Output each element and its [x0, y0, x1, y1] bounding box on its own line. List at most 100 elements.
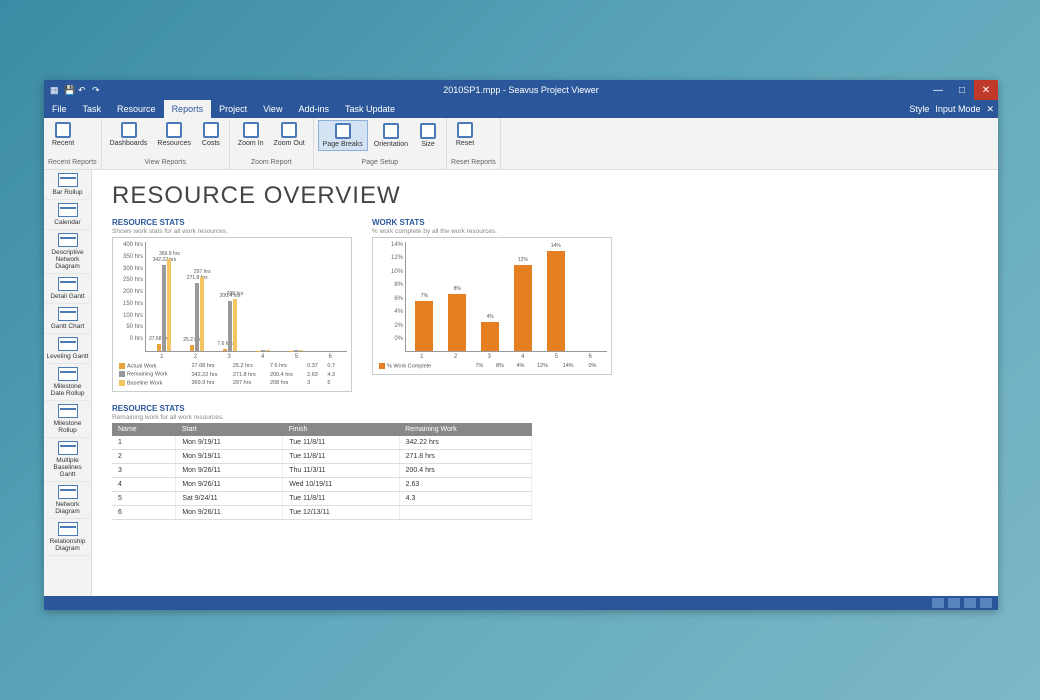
sidebar-item-label: Milestone Date Rollup	[46, 383, 89, 397]
bar-group: 7.6 hrs200.4 hrs208 hrs	[214, 299, 247, 351]
ribbon-group-recent-reports: Recent Recent Reports	[44, 118, 102, 169]
menu-resource[interactable]: Resource	[109, 100, 164, 118]
minimize-button[interactable]: —	[926, 80, 950, 100]
view-mode-icon[interactable]	[980, 598, 992, 608]
resource-table-title: RESOURCE STATS	[112, 404, 978, 413]
save-icon[interactable]: 💾	[64, 85, 74, 95]
redo-icon[interactable]: ↷	[92, 85, 102, 95]
bar-group: 14%	[539, 251, 572, 351]
table-row[interactable]: 6Mon 9/26/11Tue 12/13/11	[112, 506, 532, 520]
table-row[interactable]: 3Mon 9/26/11Thu 11/3/11200.4 hrs	[112, 464, 532, 478]
view-icon	[58, 337, 78, 351]
ribbon-button-label: Orientation	[374, 141, 408, 148]
work-stats-title: WORK STATS	[372, 218, 612, 227]
work-stats-subtitle: % work complete by all the work resource…	[372, 228, 612, 235]
menu-reports[interactable]: Reports	[164, 100, 212, 118]
ribbon-zoom-in-button[interactable]: Zoom In	[234, 120, 268, 149]
sidebar-item-bar-rollup[interactable]: Bar Rollup	[44, 170, 91, 200]
bar: 27.68 hrs	[157, 344, 161, 351]
menu-file[interactable]: File	[44, 100, 75, 118]
ribbon-size-button[interactable]: Size	[414, 120, 442, 151]
resource-table: NameStartFinishRemaining Work1Mon 9/19/1…	[112, 423, 532, 520]
orientation-icon	[383, 123, 399, 139]
ribbon-group-page-setup: Page Breaks Orientation Size Page Setup	[314, 118, 447, 169]
app-icon: ▦	[50, 85, 60, 95]
sidebar-item-milestone-date-rollup[interactable]: Milestone Date Rollup	[44, 364, 91, 401]
sidebar-item-gantt-chart[interactable]: Gantt Chart	[44, 304, 91, 334]
menu-project[interactable]: Project	[211, 100, 255, 118]
bar: 369.9 hrs	[167, 259, 171, 351]
table-row[interactable]: 1Mon 9/19/11Tue 11/8/11342.22 hrs	[112, 436, 532, 450]
menu-add-ins[interactable]: Add-ins	[290, 100, 337, 118]
bar: 208 hrs	[233, 299, 237, 351]
view-icon	[58, 233, 78, 247]
view-mode-icon[interactable]	[948, 598, 960, 608]
view-sidebar: Bar Rollup CalendarDescriptive Network Di…	[44, 170, 92, 596]
ribbon: Recent Recent Reports DashboardsResourcesC…	[44, 118, 998, 170]
view-icon	[58, 277, 78, 291]
bar: 4%	[481, 322, 499, 351]
view-icon	[58, 203, 78, 217]
legend-label: % Work Complete	[377, 362, 473, 370]
menu-task-update[interactable]: Task Update	[337, 100, 403, 118]
bar: 7.6 hrs	[223, 349, 227, 351]
bar: 8%	[448, 294, 466, 351]
sidebar-item-milestone-rollup[interactable]: Milestone Rollup	[44, 401, 91, 438]
ribbon-group-zoom-report: Zoom InZoom OutZoom Report	[230, 118, 314, 169]
table-header: Name	[112, 423, 176, 436]
resources-icon	[166, 122, 182, 138]
menu-close-icon[interactable]: ✕	[986, 104, 994, 115]
table-header: Finish	[283, 423, 399, 436]
bar: 200.4 hrs	[228, 301, 232, 351]
table-row[interactable]: 4Mon 9/26/11Wed 10/19/112.63	[112, 478, 532, 492]
view-icon	[58, 441, 78, 455]
sidebar-item-label: Bar Rollup	[46, 189, 89, 196]
sidebar-item-calendar[interactable]: Calendar	[44, 200, 91, 230]
table-row[interactable]: 2Mon 9/19/11Tue 11/8/11271.8 hrs	[112, 450, 532, 464]
undo-icon[interactable]: ↶	[78, 85, 88, 95]
ribbon-dashboards-button[interactable]: Dashboards	[106, 120, 152, 149]
menu-input-mode[interactable]: Input Mode	[935, 104, 980, 115]
ribbon-reset-button[interactable]: Reset	[451, 120, 479, 149]
sidebar-item-label: Relationship Diagram	[46, 538, 89, 552]
view-icon	[58, 307, 78, 321]
bar-group	[279, 350, 312, 351]
sidebar-item-relationship-diagram[interactable]: Relationship Diagram	[44, 519, 91, 556]
ribbon-resources-button[interactable]: Resources	[153, 120, 194, 149]
ribbon-button-label: Zoom Out	[274, 140, 305, 147]
recent-icon	[55, 122, 71, 138]
sidebar-item-multiple-baselines-gantt[interactable]: Multiple Baselines Gantt	[44, 438, 91, 482]
ribbon-costs-button[interactable]: Costs	[197, 120, 225, 149]
ribbon-group-label: View Reports	[106, 158, 225, 167]
table-row[interactable]: 5Sat 9/24/11Tue 11/8/114.3	[112, 492, 532, 506]
bar: 25.2 hrs	[190, 345, 194, 351]
page-breaks-icon	[335, 123, 351, 139]
zoom-out-icon	[281, 122, 297, 138]
menu-style-dropdown[interactable]: Style	[909, 104, 929, 115]
close-button[interactable]: ✕	[974, 80, 998, 100]
menu-view[interactable]: View	[255, 100, 290, 118]
ribbon-group-label: Page Setup	[318, 158, 442, 167]
size-icon	[420, 123, 436, 139]
sidebar-item-label: Detail Gantt	[46, 293, 89, 300]
view-mode-icon[interactable]	[964, 598, 976, 608]
view-mode-icon[interactable]	[932, 598, 944, 608]
maximize-button[interactable]: □	[950, 80, 974, 100]
table-header: Remaining Work	[399, 423, 531, 436]
ribbon-orientation-button[interactable]: Orientation	[370, 120, 412, 151]
ribbon-zoom-out-button[interactable]: Zoom Out	[270, 120, 309, 149]
sidebar-item-detail-gantt[interactable]: Detail Gantt	[44, 274, 91, 304]
ribbon-recent-button[interactable]: Recent	[48, 120, 78, 149]
menu-task[interactable]: Task	[75, 100, 110, 118]
dashboards-icon	[121, 122, 137, 138]
bar: 342.22 hrs	[162, 265, 166, 351]
resource-stats-title: RESOURCE STATS	[112, 218, 352, 227]
ribbon-group-label: Recent Reports	[48, 158, 97, 167]
statusbar	[44, 596, 998, 610]
sidebar-item-descriptive-network-diagram[interactable]: Descriptive Network Diagram	[44, 230, 91, 274]
sidebar-item-network-diagram[interactable]: Network Diagram	[44, 482, 91, 519]
ribbon-page-breaks-button[interactable]: Page Breaks	[318, 120, 368, 151]
bar-group: 4%	[474, 322, 507, 351]
bar-group: 12%	[506, 265, 539, 351]
sidebar-item-leveling-gantt[interactable]: Leveling Gantt	[44, 334, 91, 364]
